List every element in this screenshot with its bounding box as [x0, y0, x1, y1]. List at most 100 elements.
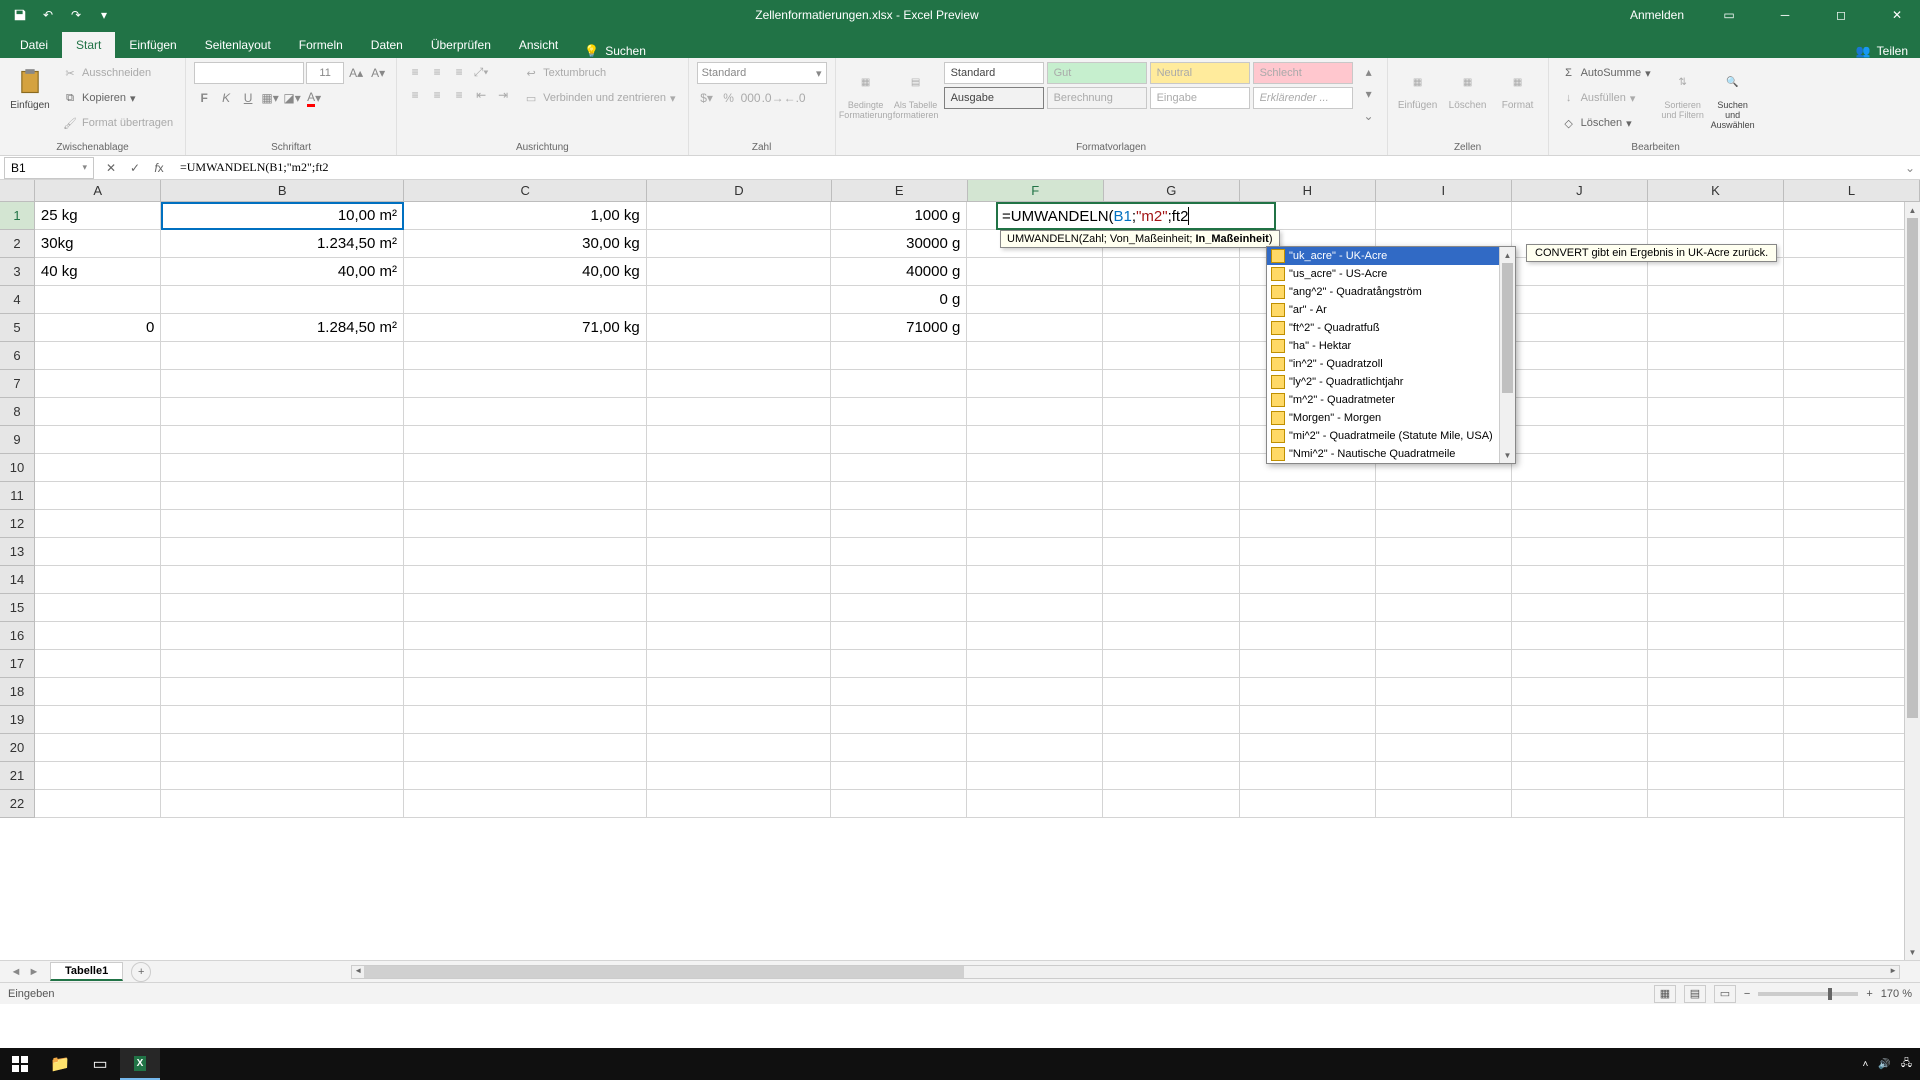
column-header-G[interactable]: G: [1104, 180, 1240, 201]
cell-E3[interactable]: 40000 g: [831, 258, 967, 286]
autocomplete-item[interactable]: "ar" - Ar: [1267, 301, 1515, 319]
styles-down-icon[interactable]: ▾: [1359, 84, 1379, 104]
border-button[interactable]: ▦▾: [260, 88, 280, 108]
cell-L22[interactable]: [1784, 790, 1920, 818]
cell-J4[interactable]: [1512, 286, 1648, 314]
insert-function-button[interactable]: fx: [148, 157, 170, 179]
row-header-22[interactable]: 22: [0, 790, 35, 818]
italic-button[interactable]: K: [216, 88, 236, 108]
cell-F17[interactable]: [967, 650, 1103, 678]
cell-B20[interactable]: [161, 734, 404, 762]
cell-D21[interactable]: [647, 762, 832, 790]
decrease-decimal-icon[interactable]: ←.0: [785, 88, 805, 108]
cell-A11[interactable]: [35, 482, 161, 510]
save-icon[interactable]: [8, 3, 32, 27]
sign-in-link[interactable]: Anmelden: [1618, 8, 1696, 22]
column-header-K[interactable]: K: [1648, 180, 1784, 201]
hscroll-thumb[interactable]: [364, 966, 964, 978]
number-format-select[interactable]: Standard▾: [697, 62, 827, 84]
cell-C17[interactable]: [404, 650, 647, 678]
format-as-table-button[interactable]: ▤ Als Tabelle formatieren: [894, 62, 938, 120]
cell-F8[interactable]: [967, 398, 1103, 426]
style-neutral[interactable]: Neutral: [1150, 62, 1250, 84]
styles-more-icon[interactable]: ⌄: [1359, 106, 1379, 126]
cell-B19[interactable]: [161, 706, 404, 734]
cell-F7[interactable]: [967, 370, 1103, 398]
cell-E9[interactable]: [831, 426, 967, 454]
cell-A9[interactable]: [35, 426, 161, 454]
cell-L11[interactable]: [1784, 482, 1920, 510]
cell-L8[interactable]: [1784, 398, 1920, 426]
cell-A2[interactable]: 30kg: [35, 230, 161, 258]
align-bottom-icon[interactable]: ≡: [449, 62, 469, 82]
cell-K22[interactable]: [1648, 790, 1784, 818]
cell-D11[interactable]: [647, 482, 832, 510]
style-gut[interactable]: Gut: [1047, 62, 1147, 84]
indent-increase-icon[interactable]: ⇥: [493, 85, 513, 105]
cell-G3[interactable]: [1103, 258, 1239, 286]
cell-H22[interactable]: [1240, 790, 1376, 818]
scroll-down-icon[interactable]: ▼: [1905, 944, 1920, 960]
sort-filter-button[interactable]: ⇅Sortieren und Filtern: [1661, 62, 1705, 120]
thousands-icon[interactable]: 000: [741, 88, 761, 108]
column-header-I[interactable]: I: [1376, 180, 1512, 201]
cell-E11[interactable]: [831, 482, 967, 510]
cell-B9[interactable]: [161, 426, 404, 454]
cell-J5[interactable]: [1512, 314, 1648, 342]
cell-A12[interactable]: [35, 510, 161, 538]
maximize-button[interactable]: ◻: [1818, 0, 1864, 30]
increase-decimal-icon[interactable]: .0→: [763, 88, 783, 108]
cell-C15[interactable]: [404, 594, 647, 622]
cell-C12[interactable]: [404, 510, 647, 538]
cell-G17[interactable]: [1103, 650, 1239, 678]
cell-L9[interactable]: [1784, 426, 1920, 454]
cell-B15[interactable]: [161, 594, 404, 622]
cell-H13[interactable]: [1240, 538, 1376, 566]
cell-A10[interactable]: [35, 454, 161, 482]
cell-C18[interactable]: [404, 678, 647, 706]
formula-input[interactable]: [176, 157, 1900, 179]
cell-J12[interactable]: [1512, 510, 1648, 538]
cell-K19[interactable]: [1648, 706, 1784, 734]
cell-K14[interactable]: [1648, 566, 1784, 594]
cell-E14[interactable]: [831, 566, 967, 594]
cell-D15[interactable]: [647, 594, 832, 622]
cell-E7[interactable]: [831, 370, 967, 398]
view-page-break-icon[interactable]: ▭: [1714, 985, 1736, 1003]
autocomplete-item[interactable]: "Nmi^2" - Nautische Quadratmeile: [1267, 445, 1515, 463]
align-right-icon[interactable]: ≡: [449, 85, 469, 105]
cell-G16[interactable]: [1103, 622, 1239, 650]
vertical-scrollbar[interactable]: ▲ ▼: [1904, 202, 1920, 960]
cell-I1[interactable]: [1376, 202, 1512, 230]
cell-G14[interactable]: [1103, 566, 1239, 594]
cell-G7[interactable]: [1103, 370, 1239, 398]
font-name-input[interactable]: [194, 62, 304, 84]
cell-B2[interactable]: 1.234,50 m²: [161, 230, 404, 258]
cell-D2[interactable]: [647, 230, 832, 258]
currency-icon[interactable]: $▾: [697, 88, 717, 108]
row-header-16[interactable]: 16: [0, 622, 35, 650]
cell-F3[interactable]: [967, 258, 1103, 286]
hscroll-left-icon[interactable]: ◄: [352, 966, 364, 975]
column-header-D[interactable]: D: [647, 180, 832, 201]
row-header-8[interactable]: 8: [0, 398, 35, 426]
autocomplete-item[interactable]: "uk_acre" - UK-Acre: [1267, 247, 1515, 265]
cell-F10[interactable]: [967, 454, 1103, 482]
cell-B17[interactable]: [161, 650, 404, 678]
cell-L13[interactable]: [1784, 538, 1920, 566]
style-erklaerender[interactable]: Erklärender ...: [1253, 87, 1353, 109]
cell-K4[interactable]: [1648, 286, 1784, 314]
tab-ueberpruefen[interactable]: Überprüfen: [417, 32, 505, 58]
paste-button[interactable]: Einfügen: [8, 62, 52, 111]
cell-E22[interactable]: [831, 790, 967, 818]
cell-D19[interactable]: [647, 706, 832, 734]
cell-E18[interactable]: [831, 678, 967, 706]
cell-C16[interactable]: [404, 622, 647, 650]
cell-B6[interactable]: [161, 342, 404, 370]
undo-icon[interactable]: ↶: [36, 3, 60, 27]
format-cells-button[interactable]: ▦Format: [1496, 62, 1540, 111]
orientation-icon[interactable]: ⤢▾: [471, 62, 491, 82]
autosum-button[interactable]: ΣAutoSumme ▾: [1557, 62, 1655, 84]
cell-A13[interactable]: [35, 538, 161, 566]
row-header-11[interactable]: 11: [0, 482, 35, 510]
